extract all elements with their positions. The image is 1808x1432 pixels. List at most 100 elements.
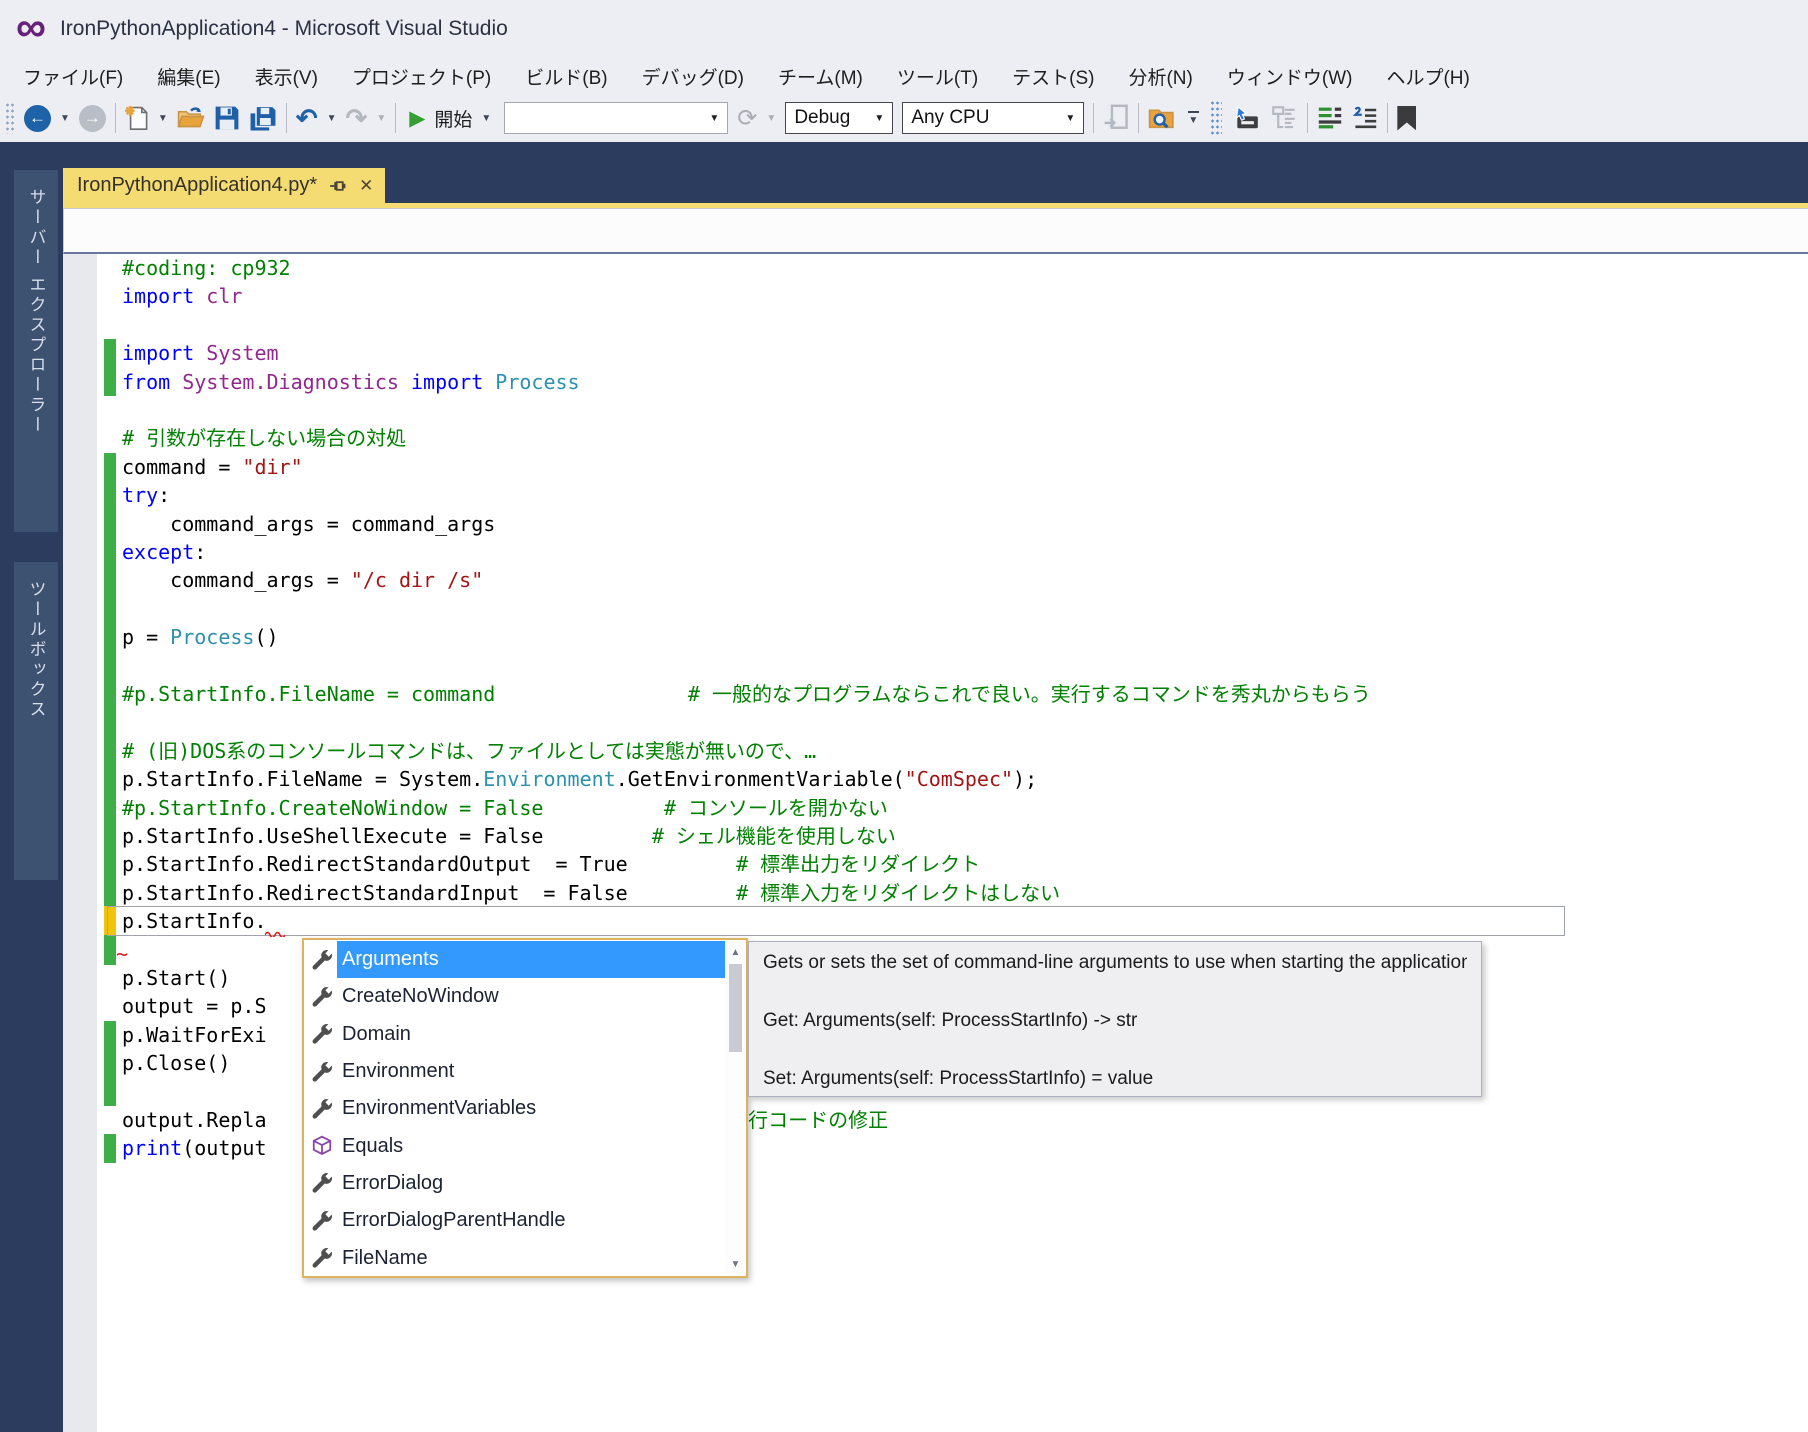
- tooltip-line-1: Get: Arguments(self: ProcessStartInfo) -…: [763, 1010, 1467, 1032]
- menu-item-1[interactable]: 編集(E): [140, 63, 237, 90]
- code-line-28: p.WaitForExi: [122, 1021, 267, 1049]
- menu-item-3[interactable]: プロジェクト(P): [335, 63, 508, 90]
- start-debug-button[interactable]: ▶ 開始 ▼: [405, 105, 495, 132]
- document-tab[interactable]: IronPythonApplication4.py* ✕: [63, 168, 385, 203]
- code-line-26: p.Start(): [122, 964, 230, 992]
- completion-item-Environment[interactable]: Environment: [304, 1053, 725, 1090]
- completion-item-CreateNoWindow[interactable]: CreateNoWindow: [304, 978, 725, 1015]
- navigate-back-button[interactable]: ←: [24, 102, 51, 134]
- change-bar-saved: [104, 935, 116, 965]
- pin-icon[interactable]: [329, 177, 347, 195]
- scroll-down-icon[interactable]: ▼: [725, 1254, 746, 1274]
- scrollbar-thumb[interactable]: [729, 964, 742, 1052]
- property-wrench-icon: [311, 1061, 337, 1083]
- completion-item-Domain[interactable]: Domain: [304, 1016, 725, 1053]
- undo-dropdown[interactable]: ▼: [327, 113, 337, 124]
- code-line-8: command = "dir": [122, 453, 303, 481]
- attach-to-process-button[interactable]: [1103, 102, 1129, 134]
- completion-item-EnvironmentVariables[interactable]: EnvironmentVariables: [304, 1090, 725, 1127]
- completion-item-FileName[interactable]: FileName: [304, 1239, 725, 1276]
- side-tab-1[interactable]: ツールボックス: [14, 562, 58, 880]
- editor-navigation-bar[interactable]: [63, 208, 1808, 254]
- completion-item-Arguments[interactable]: Arguments: [304, 941, 725, 978]
- change-bar-saved: [104, 1134, 116, 1163]
- code-editor[interactable]: #coding: cp932import clrimport Systemfro…: [63, 254, 1808, 1432]
- code-line-19: p.StartInfo.FileName = System.Environmen…: [122, 765, 1037, 793]
- completion-label: Equals: [337, 1127, 725, 1164]
- side-tab-0[interactable]: サーバー エクスプローラー: [14, 170, 58, 532]
- new-file-icon: [125, 105, 149, 131]
- code-line-10: command_args = command_args: [122, 510, 495, 538]
- completion-item-Equals[interactable]: Equals: [304, 1127, 725, 1164]
- redo-button[interactable]: ↷: [346, 102, 368, 134]
- toolbar-overflow-button[interactable]: ▼: [1185, 111, 1201, 126]
- new-file-button[interactable]: [125, 102, 149, 134]
- visual-studio-logo-icon: ∞: [16, 3, 46, 51]
- code-line-2: import clr: [122, 282, 242, 310]
- code-map-button[interactable]: [1270, 102, 1298, 134]
- menu-item-0[interactable]: ファイル(F): [6, 63, 140, 90]
- start-debug-dropdown: ▼: [481, 113, 491, 124]
- solution-configuration-combobox[interactable]: Debug ▼: [785, 102, 893, 134]
- open-file-button[interactable]: [177, 102, 205, 134]
- find-in-files-button[interactable]: [1148, 102, 1176, 134]
- navigate-back-dropdown[interactable]: ▼: [60, 113, 70, 124]
- toolbar-separator: [1387, 103, 1388, 133]
- format-document-button[interactable]: [1352, 102, 1378, 134]
- undo-button[interactable]: ↶: [296, 102, 318, 134]
- code-line-11: except:: [122, 538, 206, 566]
- document-tab-title: IronPythonApplication4.py*: [77, 174, 317, 197]
- code-map-icon: [1270, 104, 1298, 132]
- format-document-icon: [1352, 106, 1378, 130]
- bookmark-button[interactable]: [1397, 102, 1416, 134]
- menu-item-4[interactable]: ビルド(B): [508, 63, 624, 90]
- menu-item-9[interactable]: 分析(N): [1111, 63, 1209, 90]
- change-bar-saved: [104, 339, 116, 396]
- completion-item-ErrorDialogParentHandle[interactable]: ErrorDialogParentHandle: [304, 1202, 725, 1239]
- completion-label: FileName: [337, 1239, 725, 1276]
- navigate-forward-button[interactable]: →: [79, 102, 106, 134]
- code-line-12: command_args = "/c dir /s": [122, 566, 483, 594]
- menu-item-11[interactable]: ヘルプ(H): [1369, 63, 1486, 90]
- new-file-dropdown[interactable]: ▼: [158, 113, 168, 124]
- window-title: IronPythonApplication4 - Microsoft Visua…: [60, 17, 508, 41]
- menu-item-6[interactable]: チーム(M): [761, 63, 880, 90]
- attach-process-icon: [1103, 104, 1129, 132]
- save-button[interactable]: [214, 102, 240, 134]
- code-line-7: # 引数が存在しない場合の対処: [122, 424, 406, 452]
- chevron-down-icon: ▼: [1188, 115, 1198, 126]
- intellitrace-button[interactable]: [1231, 102, 1261, 134]
- code-line-14: p = Process(): [122, 623, 279, 651]
- back-arrow-icon: ←: [24, 105, 51, 132]
- indent-lines-button[interactable]: [1317, 102, 1343, 134]
- solution-platform-combobox[interactable]: Any CPU ▼: [902, 102, 1084, 134]
- menu-item-8[interactable]: テスト(S): [995, 63, 1111, 90]
- editor-indicator-margin[interactable]: [63, 254, 97, 1432]
- property-wrench-icon: [311, 1023, 337, 1045]
- document-tab-strip: IronPythonApplication4.py* ✕: [63, 142, 1808, 208]
- menu-item-7[interactable]: ツール(T): [880, 63, 995, 90]
- save-all-button[interactable]: [249, 102, 277, 134]
- toolbar-grip-handle[interactable]: [5, 102, 15, 134]
- close-icon[interactable]: ✕: [359, 176, 373, 196]
- toolbar-separator: [1093, 103, 1094, 133]
- redo-dropdown[interactable]: ▼: [376, 113, 386, 124]
- chevron-down-icon: ▼: [1065, 113, 1075, 124]
- completion-label: ErrorDialogParentHandle: [337, 1202, 725, 1239]
- completion-label: EnvironmentVariables: [337, 1090, 725, 1127]
- scroll-up-icon[interactable]: ▲: [725, 942, 746, 962]
- completion-item-ErrorDialog[interactable]: ErrorDialog: [304, 1165, 725, 1202]
- run-target-combobox[interactable]: ▼: [504, 102, 728, 134]
- code-line-24: p.StartInfo.: [122, 907, 267, 935]
- code-line-20: #p.StartInfo.CreateNoWindow = False # コン…: [122, 794, 888, 822]
- menu-item-10[interactable]: ウィンドウ(W): [1210, 63, 1370, 90]
- menu-item-5[interactable]: デバッグ(D): [625, 63, 761, 90]
- completion-scrollbar[interactable]: ▲ ▼: [725, 940, 746, 1276]
- menu-item-2[interactable]: 表示(V): [238, 63, 335, 90]
- title-bar: ∞ IronPythonApplication4 - Microsoft Vis…: [0, 0, 1808, 58]
- chevron-down-icon: ▼: [709, 113, 719, 124]
- refresh-dropdown[interactable]: ▼: [766, 113, 776, 124]
- code-line-9: try:: [122, 481, 170, 509]
- refresh-button[interactable]: ⟳: [737, 102, 757, 134]
- error-squiggle-tilde: ~: [116, 942, 128, 966]
